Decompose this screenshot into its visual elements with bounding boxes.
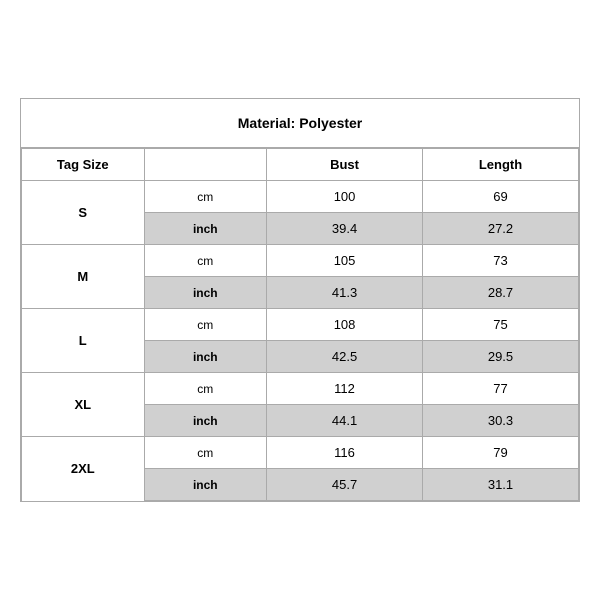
bust-cm: 108: [267, 309, 423, 341]
length-cm: 79: [423, 437, 579, 469]
unit-inch: inch: [144, 277, 267, 309]
length-inch: 29.5: [423, 341, 579, 373]
unit-inch: inch: [144, 405, 267, 437]
bust-cm: 105: [267, 245, 423, 277]
table-row: S cm 100 69: [22, 181, 579, 213]
header-bust: Bust: [267, 149, 423, 181]
bust-cm: 112: [267, 373, 423, 405]
table-header-row: Tag Size Bust Length: [22, 149, 579, 181]
length-cm: 69: [423, 181, 579, 213]
size-cell: 2XL: [22, 437, 145, 501]
size-cell: L: [22, 309, 145, 373]
length-inch: 30.3: [423, 405, 579, 437]
unit-cm: cm: [144, 309, 267, 341]
table-row: L cm 108 75: [22, 309, 579, 341]
table-row: XL cm 112 77: [22, 373, 579, 405]
bust-cm: 116: [267, 437, 423, 469]
size-table: Tag Size Bust Length S cm 100 69 inch 39…: [21, 148, 579, 501]
header-length: Length: [423, 149, 579, 181]
bust-inch: 41.3: [267, 277, 423, 309]
unit-inch: inch: [144, 213, 267, 245]
chart-title: Material: Polyester: [21, 99, 579, 148]
bust-inch: 45.7: [267, 469, 423, 501]
bust-inch: 44.1: [267, 405, 423, 437]
unit-cm: cm: [144, 437, 267, 469]
size-cell: M: [22, 245, 145, 309]
length-cm: 77: [423, 373, 579, 405]
table-row: 2XL cm 116 79: [22, 437, 579, 469]
header-unit: [144, 149, 267, 181]
length-inch: 31.1: [423, 469, 579, 501]
size-cell: XL: [22, 373, 145, 437]
unit-inch: inch: [144, 341, 267, 373]
bust-inch: 39.4: [267, 213, 423, 245]
unit-cm: cm: [144, 245, 267, 277]
length-cm: 73: [423, 245, 579, 277]
unit-cm: cm: [144, 181, 267, 213]
size-chart-container: Material: Polyester Tag Size Bust Length…: [20, 98, 580, 502]
length-inch: 27.2: [423, 213, 579, 245]
bust-cm: 100: [267, 181, 423, 213]
unit-cm: cm: [144, 373, 267, 405]
bust-inch: 42.5: [267, 341, 423, 373]
table-row: M cm 105 73: [22, 245, 579, 277]
header-tag-size: Tag Size: [22, 149, 145, 181]
unit-inch: inch: [144, 469, 267, 501]
size-cell: S: [22, 181, 145, 245]
length-inch: 28.7: [423, 277, 579, 309]
length-cm: 75: [423, 309, 579, 341]
